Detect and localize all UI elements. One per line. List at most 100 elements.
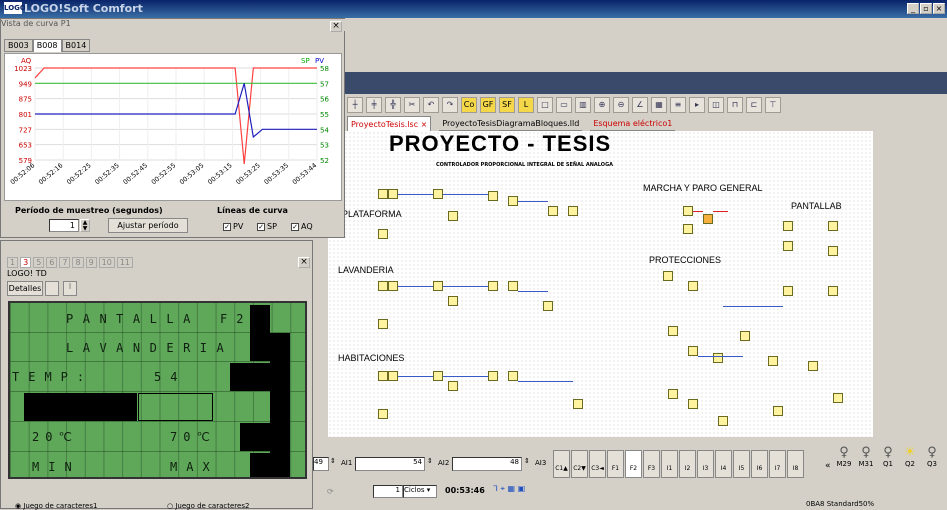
sim-key-4[interactable]: F2 — [625, 450, 642, 478]
sim-key-7[interactable]: I2 — [679, 450, 696, 478]
function-block[interactable] — [828, 286, 838, 296]
function-block[interactable] — [448, 381, 458, 391]
function-block[interactable] — [703, 214, 713, 224]
logo-tab-3[interactable]: 3 — [20, 257, 32, 268]
function-block[interactable] — [448, 211, 458, 221]
function-block[interactable] — [388, 371, 398, 381]
function-block[interactable] — [773, 406, 783, 416]
sim-key-10[interactable]: I5 — [733, 450, 750, 478]
function-block[interactable] — [668, 389, 678, 399]
sim-key-13[interactable]: I8 — [787, 450, 804, 478]
sim-key-1[interactable]: C2▼ — [571, 450, 588, 478]
ai-value[interactable]: 49 — [313, 457, 329, 471]
pulse-icon[interactable]: ⊓ — [727, 97, 743, 113]
details-button[interactable]: Detalles — [7, 281, 43, 296]
restore-icon[interactable]: ▫ — [920, 3, 932, 14]
ai2-spinner[interactable]: ⇕ — [524, 457, 530, 465]
logo-tab-7[interactable]: 7 — [59, 257, 71, 268]
function-block[interactable] — [688, 346, 698, 356]
grid-icon[interactable]: ▦ — [651, 97, 667, 113]
ai2-input[interactable]: 48 — [452, 457, 522, 471]
logo-tab-9[interactable]: 9 — [85, 257, 97, 268]
logo-tab-1[interactable]: 1 — [7, 257, 19, 268]
draw-icon[interactable]: ∠ — [632, 97, 648, 113]
function-block[interactable] — [718, 416, 728, 426]
function-block[interactable] — [548, 206, 558, 216]
check-sp[interactable]: ✓ SP — [257, 222, 277, 231]
connector-icon[interactable]: ┼ — [347, 97, 363, 113]
check-aq[interactable]: ✓ AQ — [291, 222, 313, 231]
logo-tab-11[interactable]: 11 — [116, 257, 134, 268]
minimize-icon[interactable]: _ — [907, 3, 919, 14]
function-block[interactable] — [740, 331, 750, 341]
function-block[interactable] — [433, 189, 443, 199]
function-block[interactable] — [543, 301, 553, 311]
function-block[interactable] — [783, 221, 793, 231]
function-block[interactable] — [433, 281, 443, 291]
online-icon[interactable]: ◫ — [708, 97, 724, 113]
close-icon[interactable]: × — [298, 257, 310, 268]
function-block[interactable] — [508, 281, 518, 291]
function-block[interactable] — [488, 371, 498, 381]
function-block[interactable] — [688, 281, 698, 291]
function-block[interactable] — [833, 393, 843, 403]
ai-spinner[interactable]: ⇕ — [330, 457, 336, 465]
cycles-select[interactable]: Ciclos ▾ — [403, 485, 437, 498]
function-block[interactable] — [388, 189, 398, 199]
zoom-in-icon[interactable]: ⊕ — [594, 97, 610, 113]
logo-tab-6[interactable]: 6 — [46, 257, 58, 268]
sim-key-3[interactable]: F1 — [607, 450, 624, 478]
join-icon[interactable]: ╬ — [385, 97, 401, 113]
sample-period-spinner[interactable]: ▲ ▼ — [80, 219, 90, 232]
tab-b014[interactable]: B014 — [61, 39, 91, 52]
function-block[interactable] — [378, 319, 388, 329]
sim-key-5[interactable]: F3 — [643, 450, 660, 478]
tab-program[interactable]: ProyectoTesis.lsc × — [347, 116, 432, 131]
sim-key-6[interactable]: I1 — [661, 450, 678, 478]
function-block[interactable] — [448, 296, 458, 306]
function-block[interactable] — [378, 189, 388, 199]
ai1-input[interactable]: 54 — [355, 457, 425, 471]
sim-key-8[interactable]: I3 — [697, 450, 714, 478]
co-block-icon[interactable]: Co — [461, 97, 477, 113]
sim-key-2[interactable]: C3◄ — [589, 450, 606, 478]
function-block[interactable] — [688, 399, 698, 409]
function-block[interactable] — [713, 353, 723, 363]
sim-key-9[interactable]: I4 — [715, 450, 732, 478]
function-block[interactable] — [378, 281, 388, 291]
function-block[interactable] — [508, 196, 518, 206]
function-block[interactable] — [573, 399, 583, 409]
function-block[interactable] — [783, 241, 793, 251]
function-block[interactable] — [683, 206, 693, 216]
frame-icon[interactable]: □ — [537, 97, 553, 113]
sf-block-icon[interactable]: SF — [499, 97, 515, 113]
cycles-input[interactable]: 1 — [373, 485, 403, 498]
function-block[interactable] — [663, 271, 673, 281]
redo-icon[interactable]: ↷ — [442, 97, 458, 113]
tab-schematic[interactable]: Esquema eléctrico1 — [590, 116, 676, 131]
function-block[interactable] — [828, 221, 838, 231]
sim-key-12[interactable]: I7 — [769, 450, 786, 478]
align-left-icon[interactable]: ⊏ — [746, 97, 762, 113]
function-block[interactable] — [783, 286, 793, 296]
frame3-icon[interactable]: ▥ — [575, 97, 591, 113]
l-block-icon[interactable]: L — [518, 97, 534, 113]
sample-period-input[interactable]: 1 — [49, 219, 79, 232]
tab-ladder[interactable]: ProyectoTesisDiagramaBloques.lld — [439, 116, 583, 131]
frame2-icon[interactable]: ▭ — [556, 97, 572, 113]
scroll-left-icon[interactable]: « — [825, 461, 831, 471]
undo-icon[interactable]: ↶ — [423, 97, 439, 113]
align-icon[interactable]: ≡ — [670, 97, 686, 113]
function-block[interactable] — [508, 371, 518, 381]
close-icon[interactable]: × — [933, 3, 945, 14]
function-block[interactable] — [378, 409, 388, 419]
tab-b008[interactable]: B008 — [32, 39, 62, 52]
sim-key-0[interactable]: C1▲ — [553, 450, 570, 478]
logo-tab-8[interactable]: 8 — [72, 257, 84, 268]
function-block[interactable] — [488, 191, 498, 201]
split-icon[interactable]: ╪ — [366, 97, 382, 113]
ai1-spinner[interactable]: ⇕ — [427, 457, 433, 465]
function-block[interactable] — [828, 246, 838, 256]
logo-tab-5[interactable]: 5 — [33, 257, 45, 268]
function-block[interactable] — [378, 229, 388, 239]
